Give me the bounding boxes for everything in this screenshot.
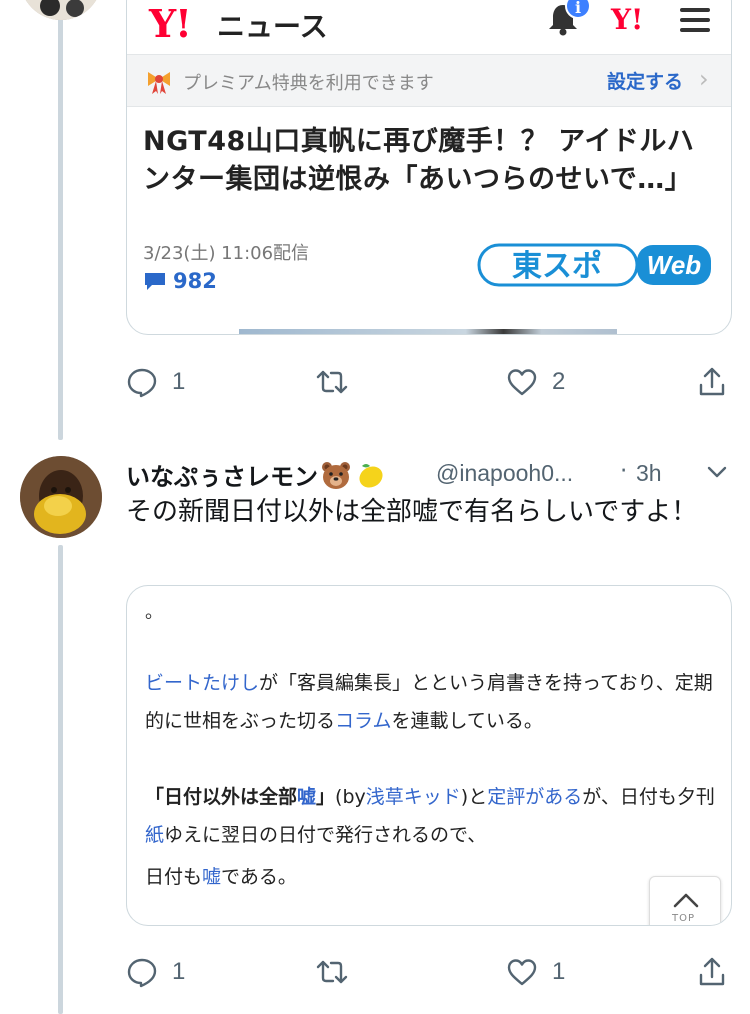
reply-count: 1 <box>172 368 186 395</box>
yahoo-logo[interactable]: Y! <box>149 1 192 46</box>
article-date: 3/23(土) 11:06配信 <box>143 243 310 264</box>
heart-icon <box>507 369 537 396</box>
share-icon <box>699 957 725 986</box>
reply-icon <box>127 958 157 988</box>
premium-settings-link[interactable]: 設定する <box>607 67 683 94</box>
lemon-icon <box>359 464 383 488</box>
like-button[interactable]: 2 <box>506 366 565 398</box>
hamburger-menu-icon[interactable] <box>680 8 710 32</box>
comment-bubble-icon <box>145 273 165 290</box>
ribbon-icon <box>148 72 170 94</box>
link-column[interactable]: コラム <box>335 710 391 732</box>
wiki-text: が、日付も夕刊 <box>582 786 715 808</box>
bear-face-icon <box>322 462 350 489</box>
wiki-text: である。 <box>221 866 297 888</box>
news-label: ニュース <box>217 10 328 43</box>
premium-bar[interactable]: プレミアム特典を利用できます 設定する › <box>127 55 731 107</box>
reply-count: 1 <box>172 958 186 985</box>
separator-dot: · <box>620 458 628 484</box>
retweet-button[interactable] <box>316 366 362 398</box>
wiki-paragraph-1: ビートたけしが「客員編集長」とという肩書きを持っており、定期的に世相をぶった切る… <box>145 664 725 740</box>
link-reputation[interactable]: 定評がある <box>487 786 582 808</box>
reply-button[interactable]: 1 <box>126 366 185 398</box>
share-button[interactable] <box>696 366 728 398</box>
top-label: TOP <box>672 913 696 924</box>
user-handle[interactable]: @inapooh0... <box>436 460 573 487</box>
premium-text: プレミアム特典を利用できます <box>183 73 434 94</box>
yahoo-news-header: Y! ニュース i Y! <box>127 0 731 55</box>
tweet-time[interactable]: 3h <box>636 460 662 487</box>
retweet-icon <box>316 370 348 394</box>
tospo-logo-text: 東スポ <box>512 250 602 283</box>
reply-icon <box>127 368 157 398</box>
scroll-top-button[interactable]: TOP <box>649 876 721 925</box>
wiki-text: (by <box>335 786 366 808</box>
comment-count-value: 982 <box>173 269 217 293</box>
like-button[interactable]: 1 <box>506 956 565 988</box>
embedded-wiki-card[interactable]: 。 ビートたけしが「客員編集長」とという肩書きを持っており、定期的に世相をぶった… <box>126 585 732 926</box>
previous-user-avatar[interactable] <box>20 0 102 20</box>
tospo-logo-web: Web <box>647 250 702 280</box>
like-count: 1 <box>552 958 566 985</box>
embedded-article-card[interactable]: Y! ニュース i Y! プレミアム特典を利用できます 設定する › NGT48… <box>126 0 732 335</box>
comment-count[interactable]: 982 <box>143 269 217 293</box>
yahoo-small-logo[interactable]: Y! <box>611 3 643 36</box>
wiki-text: )と <box>460 786 488 808</box>
retweet-button[interactable] <box>316 956 362 988</box>
wiki-lead-punctuation: 。 <box>145 602 163 623</box>
retweet-icon <box>316 960 348 984</box>
tweet-actions-2: 1 1 <box>126 956 736 996</box>
like-count: 2 <box>552 368 566 395</box>
wiki-text: 日付も <box>145 866 203 888</box>
link-asakusa-kid[interactable]: 浅草キッド <box>366 786 461 808</box>
tweet-text: その新聞日付以外は全部嘘で有名らしいですよ！ <box>126 497 698 527</box>
chevron-up-icon <box>673 893 699 908</box>
link-paper[interactable]: 紙 <box>145 824 164 846</box>
tospo-web-logo[interactable]: 東スポ Web <box>477 243 713 287</box>
wiki-text: を連載している。 <box>391 710 543 732</box>
wiki-text: ゆえに翌日の日付で発行されるので、 <box>164 824 487 846</box>
wiki-bold-quote-end: 」 <box>316 786 336 808</box>
display-name[interactable]: いなぷぅさレモン <box>126 457 386 492</box>
link-lie[interactable]: 嘘 <box>297 786 316 808</box>
link-beat-takeshi[interactable]: ビートたけし <box>145 672 259 694</box>
article-image-teaser[interactable] <box>239 329 617 334</box>
notification-badge[interactable]: i <box>565 0 591 19</box>
chevron-down-icon[interactable] <box>704 462 730 482</box>
link-lie-2[interactable]: 嘘 <box>202 866 221 888</box>
wiki-bold-quote: 「日付以外は全部 <box>145 786 298 808</box>
article-headline[interactable]: NGT48山口真帆に再び魔手！？ アイドルハンター集団は逆恨み「あいつらのせいで… <box>143 123 713 199</box>
wiki-paragraph-3: 日付も嘘である。 <box>145 858 725 896</box>
display-name-text: いなぷぅさレモン <box>126 463 318 491</box>
reply-button[interactable]: 1 <box>126 956 185 988</box>
share-icon <box>699 367 725 396</box>
share-button[interactable] <box>696 956 728 988</box>
wiki-paragraph-2: 「日付以外は全部嘘」(by浅草キッド)と定評があるが、日付も夕刊紙ゆえに翌日の日… <box>145 778 725 854</box>
user-avatar[interactable] <box>20 456 102 538</box>
thread-line-top <box>58 0 63 440</box>
chevron-right-icon[interactable]: › <box>699 65 709 93</box>
heart-icon <box>507 959 537 986</box>
thread-line-bottom <box>58 545 63 1014</box>
tweet-actions-1: 1 2 <box>126 366 736 406</box>
